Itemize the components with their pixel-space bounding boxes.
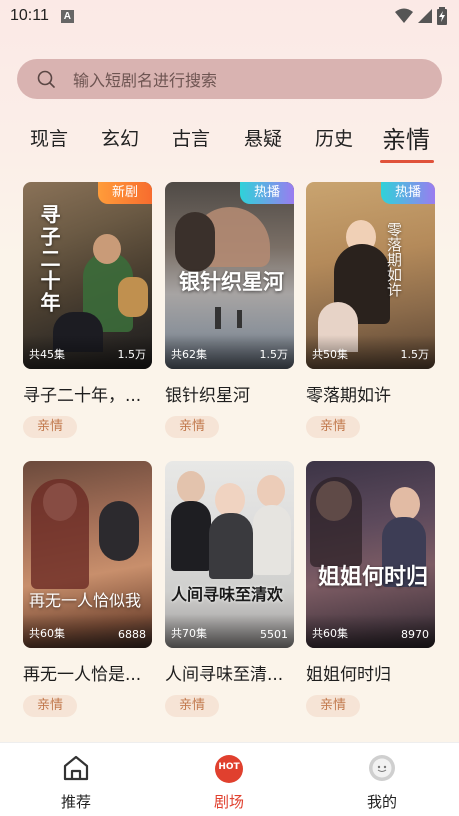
drama-title[interactable]: 寻子二十年，... [23,381,152,406]
drama-card[interactable]: 零落期如许 热播 共50集 1.5万 零落期如许 亲情 [306,182,435,438]
drama-card[interactable]: 寻子二十年 新剧 共45集 1.5万 寻子二十年，... 亲情 [23,182,152,438]
view-count: 1.5万 [259,348,289,361]
search-input[interactable]: 输入短剧名进行搜索 [73,67,217,91]
episode-count: 共60集 [312,627,348,640]
tab-xuanhuan[interactable]: 玄幻 [101,124,139,151]
hot-icon: HOT [215,755,243,783]
status-time: 10:11 [10,7,49,24]
genre-tag: 亲情 [23,416,77,438]
episode-count: 共62集 [171,348,207,361]
nav-profile[interactable]: 我的 [332,743,432,816]
drama-card[interactable]: 人间寻味至清欢 共70集 5501 人间寻味至清... 亲情 [165,461,294,717]
view-count: 6888 [118,628,146,641]
poster-title-art: 零落期如许 [385,222,403,297]
hot-badge: 热播 [381,182,435,204]
drama-title[interactable]: 再无一人恰是... [23,660,152,685]
genre-tag: 亲情 [306,416,360,438]
bottom-nav: 推荐 HOT 剧场 我的 [0,742,459,816]
status-bar: 10:11 A [0,0,459,32]
active-tab-indicator [380,160,434,163]
episode-count: 共50集 [312,348,348,361]
drama-poster[interactable]: 零落期如许 热播 共50集 1.5万 [306,182,435,369]
genre-tag: 亲情 [165,416,219,438]
nav-theater[interactable]: HOT 剧场 [179,743,279,816]
drama-title[interactable]: 人间寻味至清... [165,660,294,685]
notification-icon: A [60,9,74,23]
drama-title[interactable]: 姐姐何时归 [306,660,435,685]
nav-theater-label: 剧场 [213,793,244,811]
search-bar[interactable]: 输入短剧名进行搜索 [17,59,442,99]
view-count: 5501 [260,628,288,641]
drama-card[interactable]: 再无一人恰似我 共60集 6888 再无一人恰是... 亲情 [23,461,152,717]
poster-title-art: 姐姐何时归 [318,564,429,590]
drama-poster[interactable]: 银针织星河 热播 共62集 1.5万 [165,182,294,369]
tab-lishi[interactable]: 历史 [315,124,353,151]
episode-count: 共70集 [171,627,207,640]
poster-title-art: 再无一人恰似我 [29,591,142,610]
drama-poster[interactable]: 姐姐何时归 共60集 8970 [306,461,435,648]
drama-card[interactable]: 姐姐何时归 共60集 8970 姐姐何时归 亲情 [306,461,435,717]
hot-icon-label: HOT [218,762,240,772]
battery-icon [437,7,447,25]
tab-xianyan[interactable]: 现言 [30,124,68,151]
drama-title[interactable]: 零落期如许 [306,381,435,406]
wifi-icon [395,8,413,23]
drama-poster[interactable]: 寻子二十年 新剧 共45集 1.5万 [23,182,152,369]
poster-title-art: 寻子二十年 [37,204,61,314]
view-count: 1.5万 [400,348,430,361]
poster-title-art: 人间寻味至清欢 [171,585,284,604]
nav-profile-label: 我的 [366,793,397,811]
drama-poster[interactable]: 人间寻味至清欢 共70集 5501 [165,461,294,648]
home-icon [63,755,89,781]
tab-xuanyi[interactable]: 悬疑 [244,124,282,151]
profile-icon [369,755,395,781]
genre-tag: 亲情 [165,695,219,717]
drama-title[interactable]: 银针织星河 [165,381,294,406]
tab-guyan[interactable]: 古言 [172,124,210,151]
poster-title-art: 银针织星河 [179,269,284,294]
search-icon [37,70,55,88]
new-badge: 新剧 [98,182,152,204]
drama-card[interactable]: 银针织星河 热播 共62集 1.5万 银针织星河 亲情 [165,182,294,438]
hot-badge: 热播 [240,182,294,204]
view-count: 8970 [401,628,429,641]
nav-home[interactable]: 推荐 [26,743,126,816]
genre-tag: 亲情 [23,695,77,717]
tab-qinqing[interactable]: 亲情 [382,120,430,155]
signal-icon [418,9,432,23]
status-indicators [395,7,447,25]
genre-tag: 亲情 [306,695,360,717]
episode-count: 共60集 [29,627,65,640]
category-tabs: 现言 玄幻 古言 悬疑 历史 亲情 [0,116,459,166]
view-count: 1.5万 [117,348,147,361]
episode-count: 共45集 [29,348,65,361]
drama-poster[interactable]: 再无一人恰似我 共60集 6888 [23,461,152,648]
nav-home-label: 推荐 [60,793,91,811]
